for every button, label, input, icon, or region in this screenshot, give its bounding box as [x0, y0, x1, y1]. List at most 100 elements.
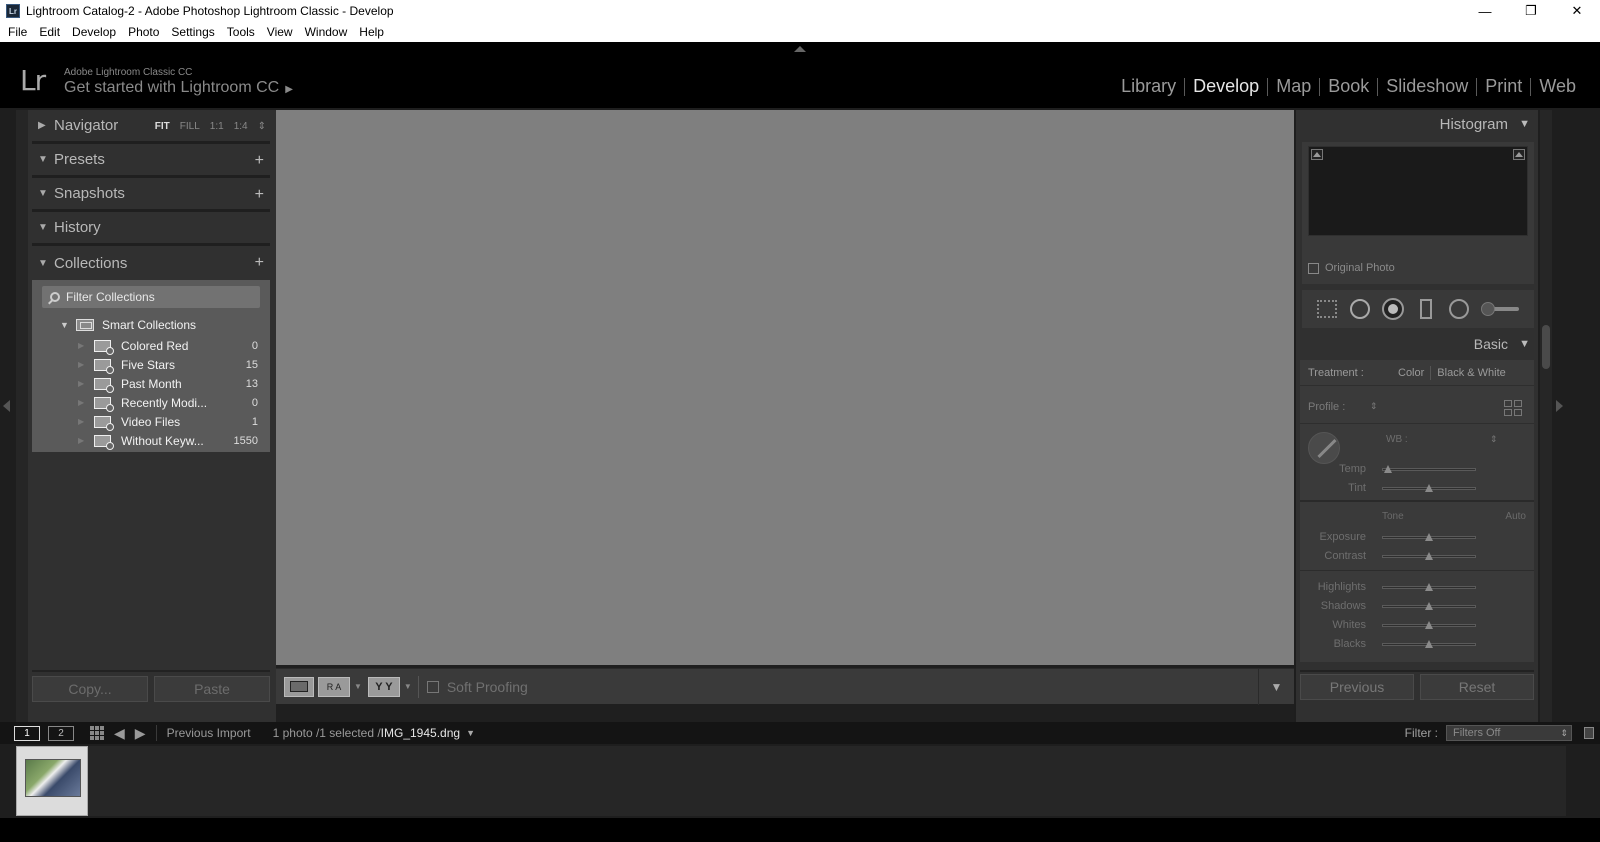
- main-monitor-button[interactable]: 1: [14, 725, 40, 741]
- auto-tone-button[interactable]: Auto: [1505, 511, 1526, 522]
- navigator-header[interactable]: ▶ Navigator FIT FILL 1:1 1:4 ⇕: [32, 110, 270, 144]
- collapse-right-panel-icon[interactable]: [1556, 400, 1563, 412]
- module-map[interactable]: Map: [1268, 76, 1319, 97]
- highlight-clipping-icon[interactable]: [1513, 149, 1525, 160]
- slider-knob[interactable]: [1425, 602, 1433, 610]
- selection-info[interactable]: 1 photo /1 selected /IMG_1945.dng: [273, 726, 460, 740]
- image-canvas[interactable]: [276, 110, 1294, 665]
- close-button[interactable]: ✕: [1554, 0, 1600, 22]
- exposure-slider[interactable]: Exposure: [1300, 528, 1534, 546]
- get-started-link[interactable]: Get started with Lightroom CC ▶: [64, 79, 293, 97]
- collection-item[interactable]: ▶ Past Month 13: [32, 374, 270, 393]
- treatment-color-option[interactable]: Color: [1392, 367, 1430, 379]
- crop-tool[interactable]: [1316, 298, 1338, 320]
- filter-select[interactable]: Filters Off: [1446, 725, 1572, 741]
- treatment-bw-option[interactable]: Black & White: [1431, 367, 1511, 379]
- collection-item[interactable]: ▶ Video Files 1: [32, 412, 270, 431]
- history-header[interactable]: ▼ History: [32, 212, 270, 246]
- collapse-top-panel-icon[interactable]: [794, 46, 806, 52]
- menu-photo[interactable]: Photo: [122, 25, 165, 39]
- add-snapshot-icon[interactable]: +: [255, 186, 264, 204]
- forward-arrow-icon[interactable]: ▶: [135, 725, 146, 742]
- chevron-down-icon[interactable]: ▼: [354, 682, 362, 691]
- menu-settings[interactable]: Settings: [165, 25, 220, 39]
- red-eye-tool[interactable]: [1381, 298, 1404, 320]
- whites-slider[interactable]: Whites: [1300, 616, 1534, 634]
- graduated-filter-tool[interactable]: [1415, 298, 1437, 320]
- snapshots-header[interactable]: ▼ Snapshots +: [32, 178, 270, 212]
- zoom-fit[interactable]: FIT: [155, 121, 170, 132]
- scrollbar-thumb[interactable]: [1542, 325, 1550, 369]
- right-panel-scrollbar[interactable]: [1540, 110, 1552, 722]
- collection-item[interactable]: ▶ Recently Modi... 0: [32, 393, 270, 412]
- filter-lock-icon[interactable]: [1584, 727, 1594, 739]
- wb-select[interactable]: ⇕: [1490, 434, 1498, 445]
- slider-knob[interactable]: [1383, 465, 1392, 473]
- before-after-button[interactable]: R A: [318, 676, 350, 697]
- highlights-slider[interactable]: Highlights: [1300, 578, 1534, 596]
- menu-develop[interactable]: Develop: [66, 25, 122, 39]
- add-preset-icon[interactable]: +: [255, 152, 264, 170]
- module-library[interactable]: Library: [1113, 76, 1184, 97]
- menu-window[interactable]: Window: [299, 25, 354, 39]
- back-arrow-icon[interactable]: ◀: [114, 725, 125, 742]
- collection-item[interactable]: ▶ Colored Red 0: [32, 336, 270, 355]
- module-web[interactable]: Web: [1531, 76, 1584, 97]
- menu-view[interactable]: View: [261, 25, 299, 39]
- grid-view-icon[interactable]: [90, 726, 104, 740]
- chevron-down-icon[interactable]: ▼: [466, 728, 475, 738]
- loupe-view-button[interactable]: [284, 676, 314, 697]
- filter-collections-input[interactable]: Filter Collections: [42, 286, 260, 308]
- module-book[interactable]: Book: [1320, 76, 1377, 97]
- soft-proofing-checkbox[interactable]: [426, 680, 439, 693]
- menu-help[interactable]: Help: [353, 25, 390, 39]
- menu-edit[interactable]: Edit: [33, 25, 66, 39]
- reset-button[interactable]: Reset: [1420, 674, 1534, 700]
- blacks-slider[interactable]: Blacks: [1300, 635, 1534, 653]
- presets-header[interactable]: ▼ Presets +: [32, 144, 270, 178]
- zoom-1-1[interactable]: 1:1: [210, 121, 224, 132]
- adjustment-brush-tool[interactable]: [1480, 298, 1521, 320]
- slider-knob[interactable]: [1425, 484, 1433, 492]
- before-after-swap-button[interactable]: Y Y: [367, 676, 400, 697]
- temp-slider[interactable]: Temp: [1300, 460, 1534, 478]
- collection-item[interactable]: ▶ Without Keyw... 1550: [32, 431, 270, 450]
- zoom-stepper-icon[interactable]: ⇕: [258, 121, 266, 132]
- filmstrip-thumbnail[interactable]: [16, 746, 88, 816]
- slider-knob[interactable]: [1425, 583, 1433, 591]
- slider-knob[interactable]: [1425, 621, 1433, 629]
- minimize-button[interactable]: —: [1462, 0, 1508, 22]
- profile-select[interactable]: ⇕: [1370, 401, 1378, 412]
- second-monitor-button[interactable]: 2: [48, 725, 74, 741]
- restore-button[interactable]: ❐: [1508, 0, 1554, 22]
- original-photo-toggle[interactable]: Original Photo: [1308, 262, 1395, 274]
- filmstrip-source[interactable]: Previous Import: [167, 726, 251, 740]
- slider-knob[interactable]: [1425, 552, 1433, 560]
- slider-track[interactable]: [1382, 468, 1476, 471]
- basic-header[interactable]: Basic ▼: [1296, 332, 1538, 358]
- profile-browser-grid-icon[interactable]: [1504, 400, 1522, 416]
- menu-tools[interactable]: Tools: [221, 25, 261, 39]
- add-collection-icon[interactable]: +: [255, 254, 264, 272]
- previous-button[interactable]: Previous: [1300, 674, 1414, 700]
- expand-down-icon[interactable]: ▼: [60, 320, 76, 330]
- zoom-fill[interactable]: FILL: [180, 121, 200, 132]
- spot-removal-tool[interactable]: [1349, 298, 1371, 320]
- original-photo-checkbox[interactable]: [1308, 262, 1319, 274]
- shadow-clipping-icon[interactable]: [1311, 149, 1323, 160]
- zoom-1-4[interactable]: 1:4: [234, 121, 248, 132]
- collections-header[interactable]: ▼ Collections +: [32, 246, 270, 280]
- module-print[interactable]: Print: [1477, 76, 1530, 97]
- collapse-left-panel-icon[interactable]: [3, 400, 10, 412]
- slider-knob[interactable]: [1425, 640, 1433, 648]
- slider-knob[interactable]: [1425, 533, 1433, 541]
- contrast-slider[interactable]: Contrast: [1300, 547, 1534, 565]
- smart-collections-set[interactable]: ▼ Smart Collections: [32, 316, 270, 334]
- copy-button[interactable]: Copy...: [32, 676, 148, 702]
- paste-button[interactable]: Paste: [154, 676, 270, 702]
- collection-item[interactable]: ▶ Five Stars 15: [32, 355, 270, 374]
- toolbar-content-dropdown[interactable]: ▼: [1258, 669, 1294, 705]
- tint-slider[interactable]: Tint: [1300, 479, 1534, 497]
- histogram-header[interactable]: Histogram ▼: [1296, 110, 1538, 140]
- radial-filter-tool[interactable]: [1448, 298, 1470, 320]
